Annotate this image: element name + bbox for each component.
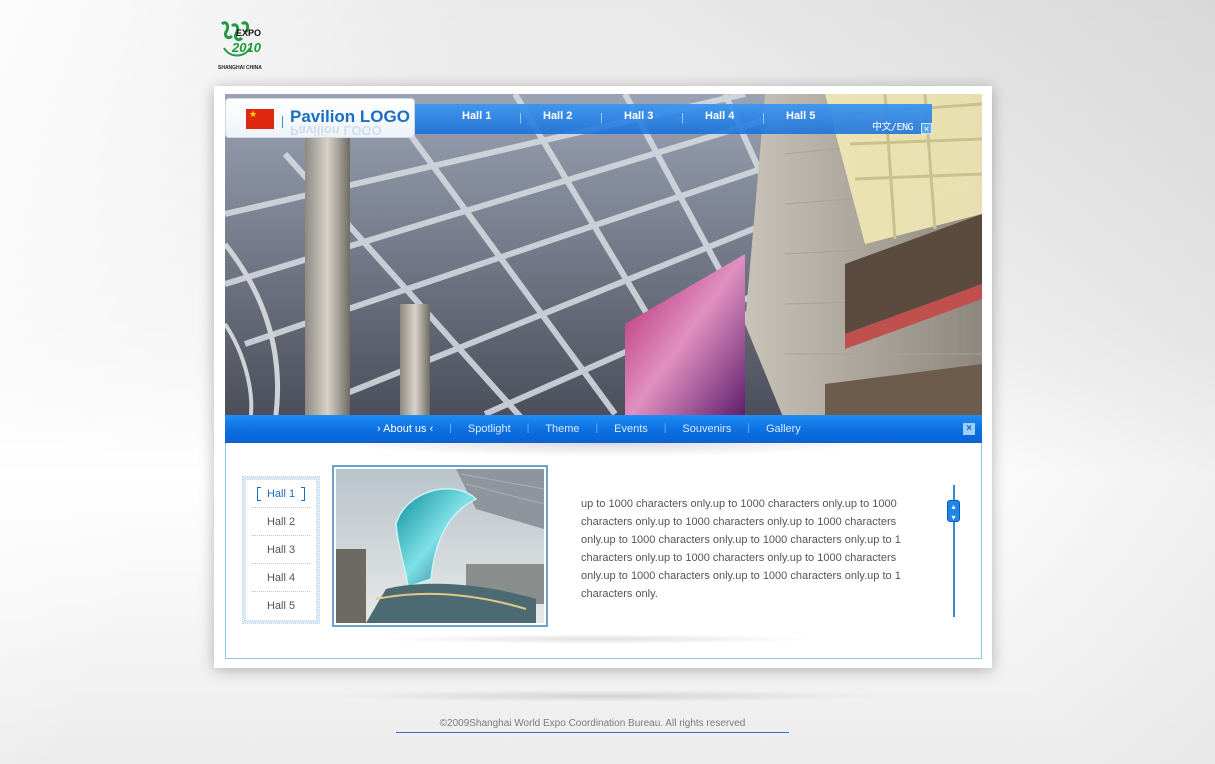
menu-item-spotlight[interactable]: Spotlight — [468, 423, 511, 435]
expo-city: SHANGHAI CHINA — [218, 65, 262, 71]
close-icon[interactable]: × — [921, 123, 932, 134]
menu-item-label: About us — [383, 423, 427, 435]
hall-nav-item-3[interactable]: Hall 3 | — [624, 110, 705, 128]
scrollbar-thumb[interactable]: ▴ ▾ — [947, 500, 960, 522]
content-panel: Hall 1 Hall 2 Hall 3 Hall 4 Hall 5 up to… — [225, 443, 982, 659]
hall-description: up to 1000 characters only.up to 1000 ch… — [581, 498, 901, 600]
language-switch[interactable]: 中文/ENG — [872, 118, 914, 133]
hall-nav-divider: | — [600, 112, 603, 124]
bracket-left-icon — [257, 487, 261, 501]
pavilion-logo[interactable]: ★ Pavilion LOGO Pavilion LOGO — [225, 98, 415, 138]
menu-divider: | — [663, 423, 667, 434]
expo-year: 2010 — [232, 40, 261, 55]
chevron-up-icon: ▴ — [951, 502, 956, 511]
menu-item-souvenirs[interactable]: Souvenirs — [682, 423, 731, 435]
sub-nav-item-hall-3[interactable]: Hall 3 — [252, 536, 310, 564]
pavilion-frame: ★ Pavilion LOGO Pavilion LOGO Hall 1 | Ha… — [214, 86, 992, 668]
hall-nav-divider: | — [519, 112, 522, 124]
hall-nav-divider: | — [681, 112, 684, 124]
logo-separator — [282, 116, 283, 128]
hall-thumbnail[interactable] — [332, 465, 548, 627]
hall-nav-label: Hall 3 — [624, 110, 654, 122]
content-shadow — [336, 443, 876, 457]
hall-nav-item-1[interactable]: Hall 1 | — [462, 110, 543, 128]
menu-divider: | — [449, 423, 452, 434]
menu-divider: | — [526, 423, 530, 434]
hall-nav-label: Hall 5 — [786, 110, 816, 122]
main-menu-bar: › About us ‹ | Spotlight | Theme | Event… — [225, 415, 982, 443]
hero-image — [225, 94, 982, 422]
expo-word: EXPO — [236, 28, 262, 38]
pavilion-logo-text: Pavilion LOGO — [290, 107, 410, 126]
menu-item-theme[interactable]: Theme — [545, 423, 579, 435]
main-menu: › About us ‹ | Spotlight | Theme | Event… — [377, 423, 801, 435]
pavilion-logo-reflection: Pavilion LOGO — [290, 126, 382, 138]
hall-nav-label: Hall 4 — [705, 110, 735, 122]
sub-nav-item-hall-1[interactable]: Hall 1 — [252, 480, 310, 508]
menu-divider: | — [595, 423, 599, 434]
menu-item-gallery[interactable]: Gallery — [766, 423, 801, 435]
copyright: ©2009Shanghai World Expo Coordination Bu… — [396, 718, 789, 733]
hall-nav-item-4[interactable]: Hall 4 | — [705, 110, 786, 128]
menu-item-events[interactable]: Events — [614, 423, 648, 435]
hall-nav-divider: | — [762, 112, 765, 124]
hall-nav-item-2[interactable]: Hall 2 | — [543, 110, 624, 128]
hall-nav: Hall 1 | Hall 2 | Hall 3 | Hall 4 | Hall 5 — [462, 110, 867, 128]
china-flag-icon: ★ — [246, 109, 274, 129]
hall-nav-item-5[interactable]: Hall 5 — [786, 110, 867, 128]
sub-nav-label: Hall 1 — [266, 488, 296, 500]
sub-nav-item-hall-5[interactable]: Hall 5 — [252, 592, 310, 620]
sub-nav-item-hall-4[interactable]: Hall 4 — [252, 564, 310, 592]
footer-shadow — [320, 690, 890, 702]
hall-nav-label: Hall 2 — [543, 110, 573, 122]
content-bottom-shadow — [376, 634, 816, 644]
close-icon[interactable]: × — [963, 423, 975, 435]
chevron-down-icon: ▾ — [951, 513, 956, 522]
hall-sub-nav: Hall 1 Hall 2 Hall 3 Hall 4 Hall 5 — [242, 476, 320, 624]
menu-item-about-us[interactable]: › About us ‹ — [377, 423, 433, 435]
bracket-right-icon — [301, 487, 305, 501]
sub-nav-item-hall-2[interactable]: Hall 2 — [252, 508, 310, 536]
hall-nav-label: Hall 1 — [462, 110, 492, 122]
menu-divider: | — [747, 423, 750, 434]
